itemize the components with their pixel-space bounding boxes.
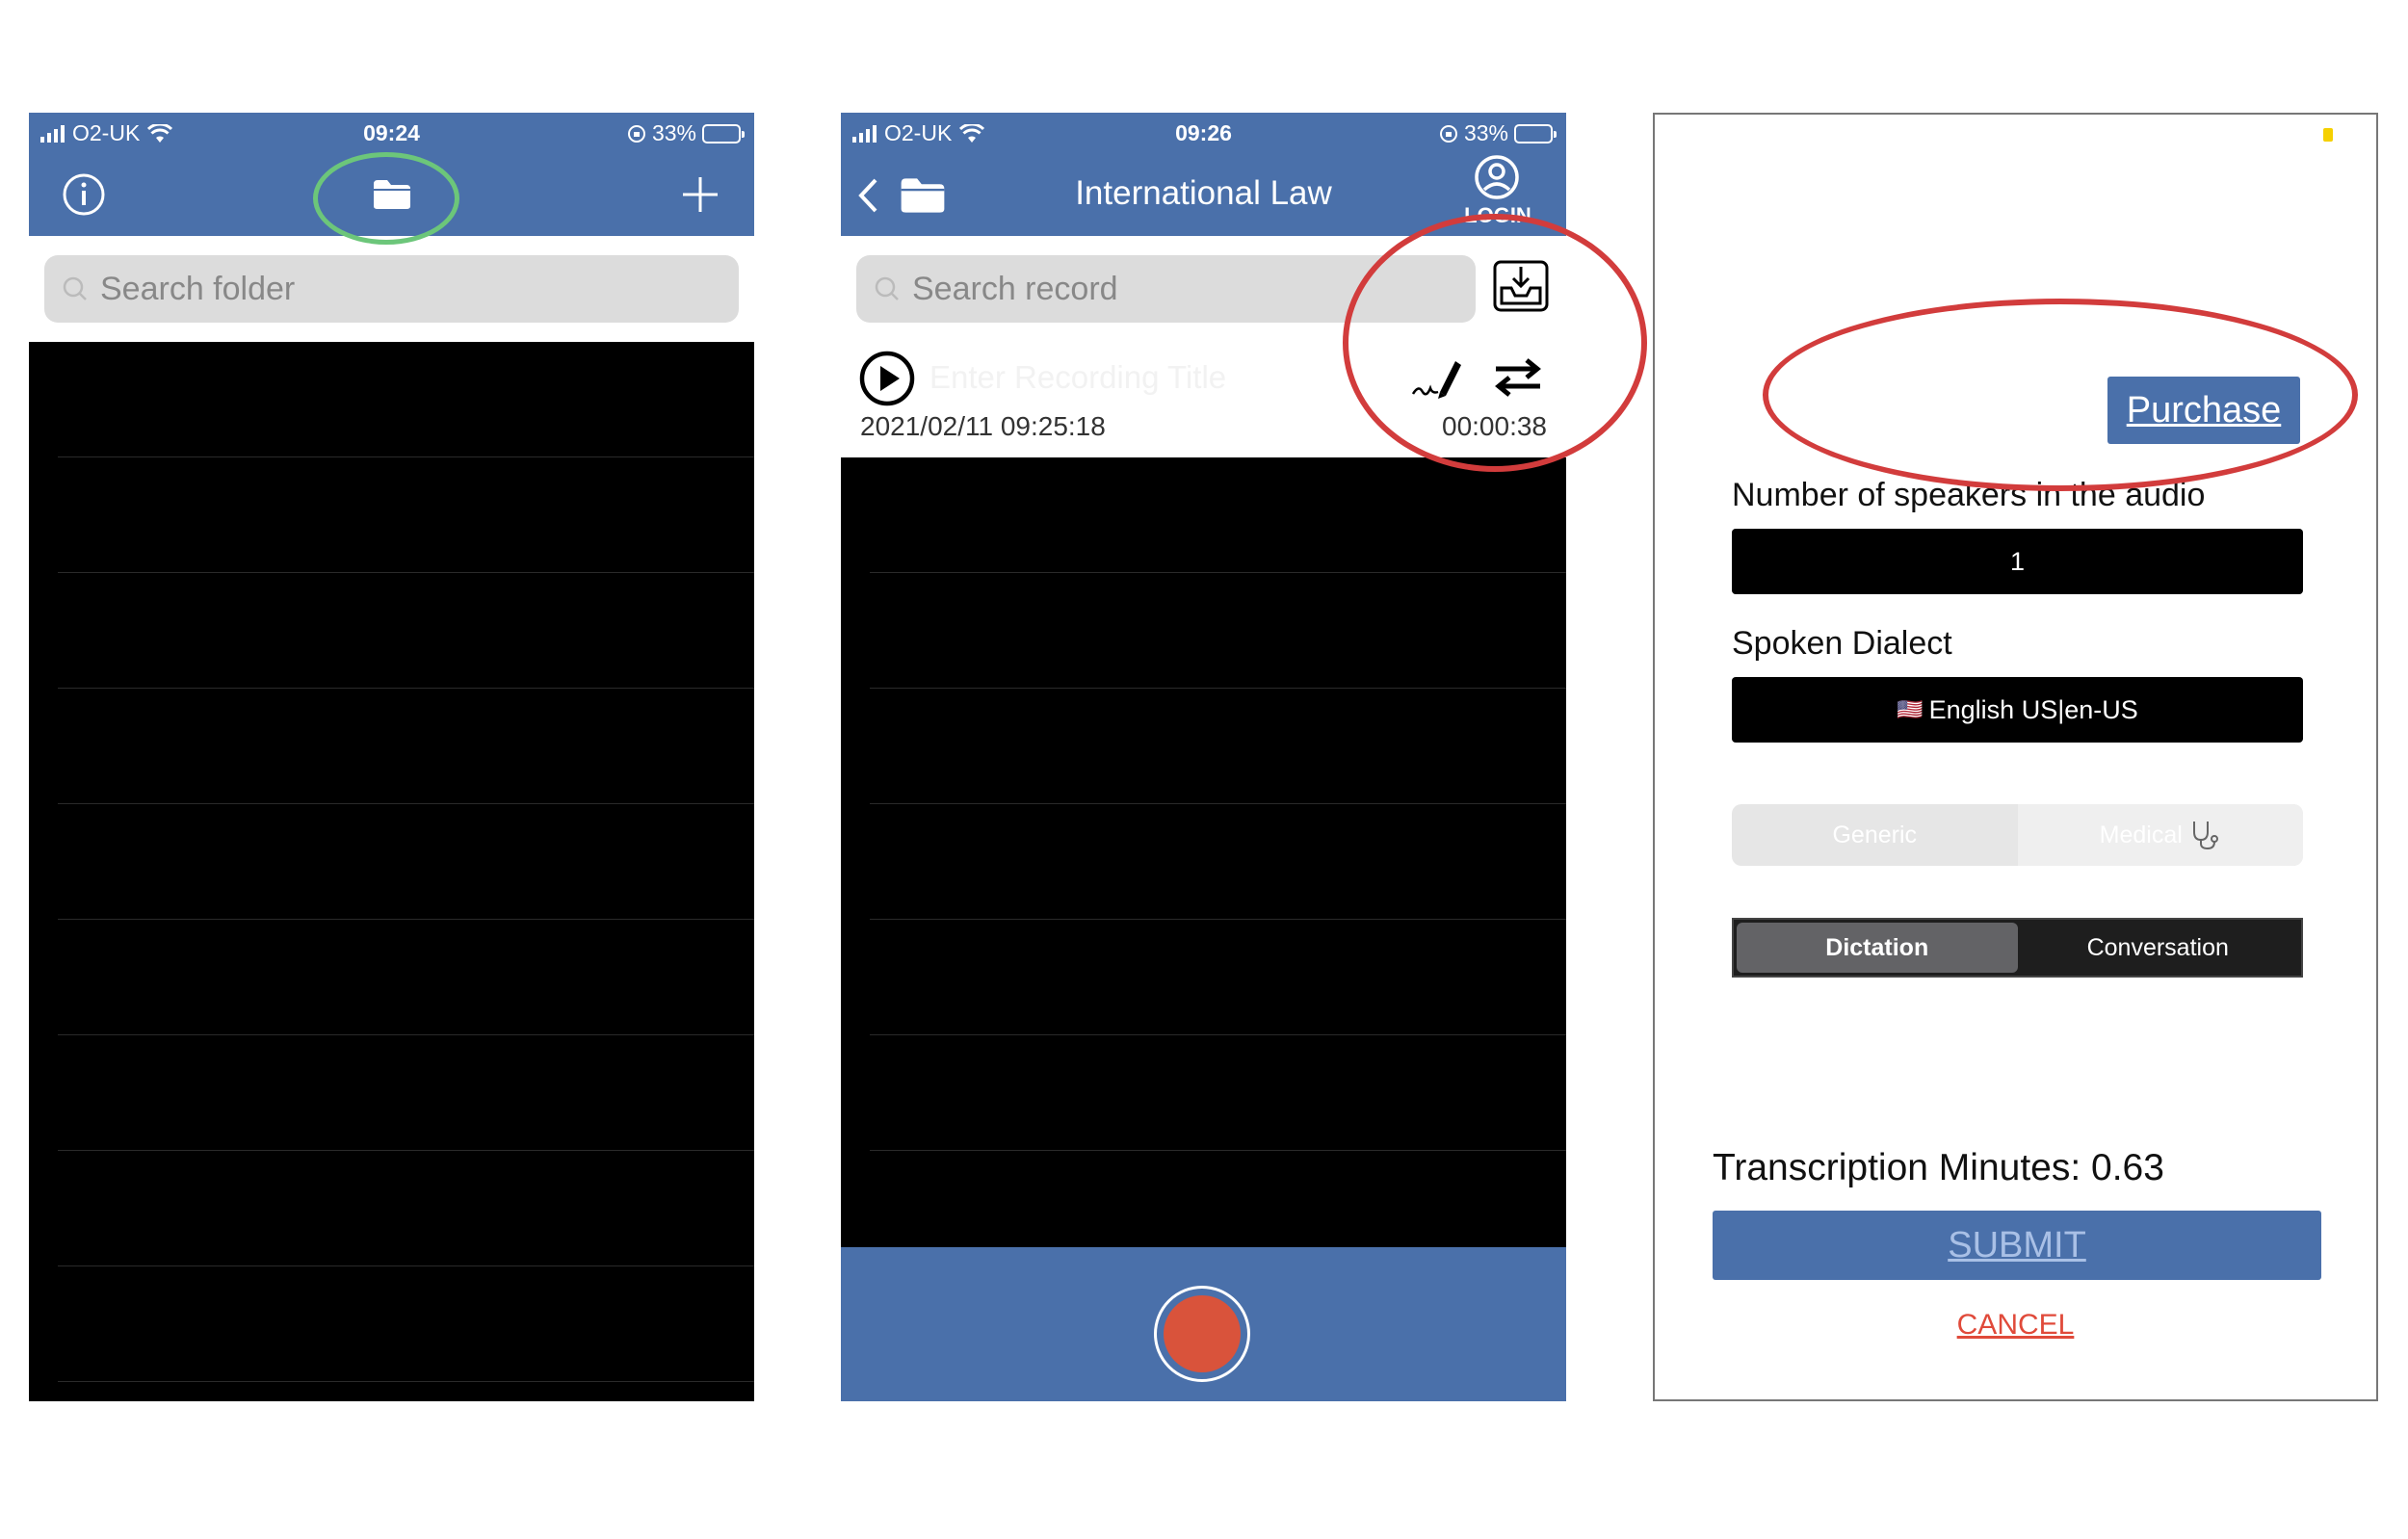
record-dot-icon bbox=[1164, 1295, 1241, 1372]
list-item[interactable] bbox=[58, 342, 754, 457]
list-item[interactable] bbox=[58, 689, 754, 804]
transcription-minutes: Transcription Minutes: 0.63 bbox=[1713, 1147, 2164, 1188]
list-item[interactable] bbox=[870, 804, 1566, 920]
battery-percent: 33% bbox=[651, 120, 696, 145]
search-placeholder: Search folder bbox=[100, 270, 296, 307]
speakers-label: Number of speakers in the audio bbox=[1732, 477, 2206, 513]
segment-dictation[interactable]: Dictation bbox=[1737, 923, 2018, 973]
search-section: Search record bbox=[841, 236, 1566, 342]
us-flag-icon: 🇺🇸 bbox=[1897, 697, 1924, 721]
segment-generic[interactable]: Generic bbox=[1732, 804, 2018, 866]
orientation-lock-icon bbox=[1439, 124, 1457, 143]
segment-conversation[interactable]: Conversation bbox=[2018, 923, 2299, 973]
play-icon[interactable] bbox=[858, 350, 916, 407]
segment-medical[interactable]: Medical bbox=[2017, 804, 2303, 866]
search-icon bbox=[875, 276, 899, 300]
recording-item[interactable]: Enter Recording Title 2021/02/11 09:25:1… bbox=[841, 342, 1566, 457]
transfer-arrows-icon[interactable] bbox=[1492, 357, 1544, 398]
recording-timestamp: 2021/02/11 09:25:18 bbox=[860, 411, 1106, 441]
list-item[interactable] bbox=[58, 1266, 754, 1382]
orientation-lock-icon bbox=[627, 124, 645, 143]
dialect-label: Spoken Dialect bbox=[1732, 625, 1952, 662]
battery-icon bbox=[1514, 123, 1557, 143]
navigation-bar: O2-UK 09:26 33% International Law LOGIN bbox=[841, 113, 1566, 236]
search-record-input[interactable]: Search record bbox=[856, 255, 1476, 323]
segment-medical-label: Medical bbox=[2099, 821, 2183, 848]
recording-duration: 00:00:38 bbox=[1442, 411, 1547, 441]
list-item[interactable] bbox=[58, 1151, 754, 1266]
status-bar: O2-UK 09:24 33% bbox=[29, 113, 754, 151]
folder-list-screen: O2-UK 09:24 33% Search folder bbox=[29, 113, 754, 1401]
list-item[interactable] bbox=[58, 1035, 754, 1151]
submit-button[interactable]: SUBMIT bbox=[1713, 1211, 2321, 1280]
signature-edit-icon[interactable] bbox=[1411, 353, 1463, 400]
list-item[interactable] bbox=[870, 689, 1566, 804]
list-item[interactable] bbox=[58, 457, 754, 573]
speakers-field[interactable]: 1 bbox=[1732, 529, 2303, 594]
login-label[interactable]: LOGIN bbox=[1457, 203, 1538, 228]
stethoscope-icon bbox=[2192, 822, 2218, 850]
dialect-select[interactable]: 🇺🇸 English US|en-US bbox=[1732, 677, 2303, 743]
dialect-value: English US|en-US bbox=[1928, 694, 2138, 724]
list-item[interactable] bbox=[870, 1035, 1566, 1151]
search-folder-input[interactable]: Search folder bbox=[44, 255, 739, 323]
cancel-button[interactable]: CANCEL bbox=[1655, 1309, 2376, 1342]
search-placeholder: Search record bbox=[912, 270, 1118, 307]
battery-icon bbox=[702, 123, 745, 143]
info-icon[interactable] bbox=[62, 172, 106, 217]
user-icon[interactable] bbox=[1473, 153, 1521, 201]
list-item[interactable] bbox=[870, 573, 1566, 689]
list-item[interactable] bbox=[870, 920, 1566, 1035]
recording-list bbox=[841, 457, 1566, 1151]
recording-list-screen: O2-UK 09:26 33% International Law LOGIN … bbox=[841, 113, 1566, 1401]
search-icon bbox=[63, 276, 87, 300]
record-button[interactable] bbox=[1154, 1286, 1250, 1382]
recording-title-input[interactable]: Enter Recording Title bbox=[929, 359, 1226, 396]
status-bar: O2-UK 09:26 33% bbox=[841, 113, 1566, 151]
battery-percent: 33% bbox=[1463, 120, 1508, 145]
search-section: Search folder bbox=[29, 236, 754, 342]
list-item[interactable] bbox=[58, 920, 754, 1035]
transcription-dialog: Purchase Number of speakers in the audio… bbox=[1653, 113, 2378, 1401]
folder-icon[interactable] bbox=[372, 178, 412, 211]
purchase-button[interactable]: Purchase bbox=[2107, 377, 2300, 444]
navigation-bar: O2-UK 09:24 33% bbox=[29, 113, 754, 236]
domain-segmented-control: Generic Medical bbox=[1732, 804, 2303, 866]
folder-list bbox=[29, 342, 754, 1382]
import-inbox-icon[interactable] bbox=[1492, 259, 1550, 313]
record-toolbar bbox=[841, 1247, 1566, 1401]
mode-segmented-control: Dictation Conversation bbox=[1732, 918, 2303, 978]
add-folder-icon[interactable] bbox=[680, 174, 720, 215]
list-item[interactable] bbox=[58, 573, 754, 689]
list-item[interactable] bbox=[870, 457, 1566, 573]
list-item[interactable] bbox=[58, 804, 754, 920]
battery-indicator-icon bbox=[2323, 128, 2333, 142]
